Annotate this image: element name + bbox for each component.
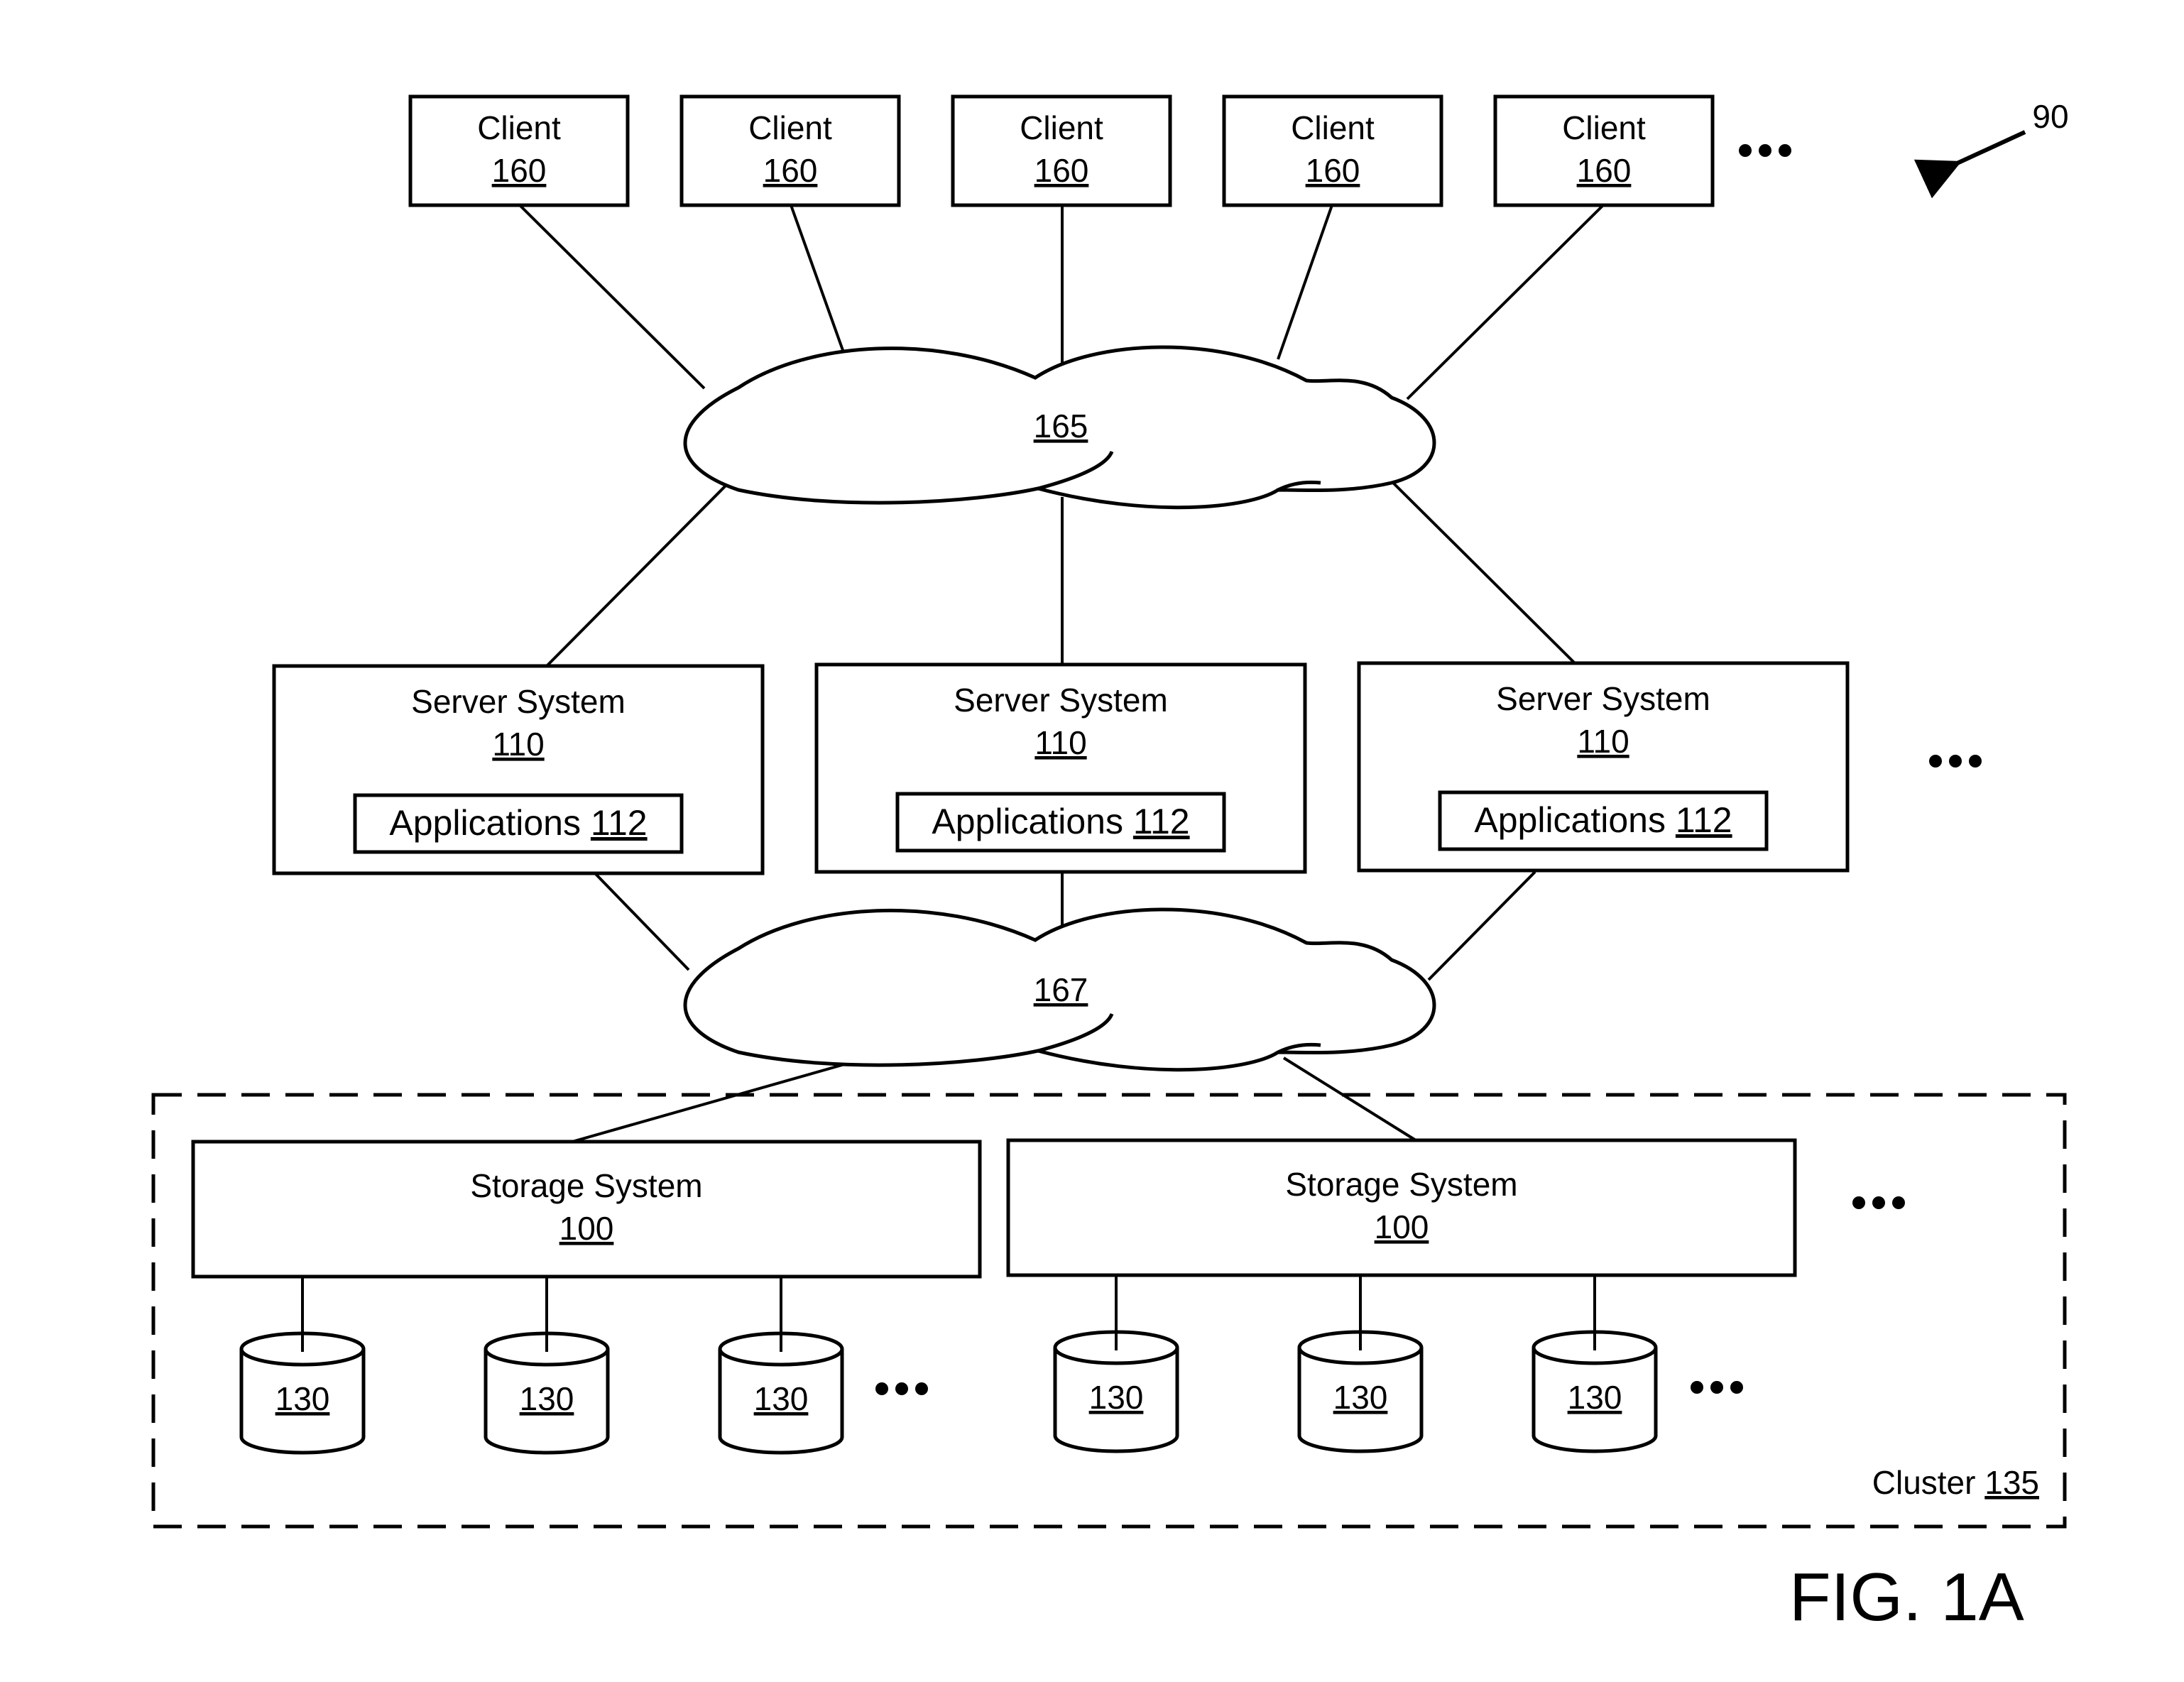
server-label: Server System (1496, 680, 1710, 717)
server-ref: 110 (492, 726, 544, 763)
clients-ellipsis-icon (1739, 144, 1791, 157)
client-ref: 160 (1034, 152, 1089, 189)
client-node[interactable]: Client 160 (679, 94, 901, 207)
disk-node[interactable]: 130 (484, 1331, 610, 1455)
figure-reference: 90 (1913, 98, 2069, 199)
disk-node[interactable]: 130 (1531, 1329, 1658, 1453)
applications-name: Applications (389, 803, 581, 843)
disks-ellipsis-icon (875, 1382, 928, 1395)
figure-reference-number: 90 (2032, 98, 2068, 135)
client-row: Client 160 Client 160 Client 160 Client … (408, 94, 1791, 207)
figure-label: FIG. 1A (1789, 1559, 2024, 1635)
applications-box[interactable]: Applications 112 (353, 793, 684, 854)
server-label: Server System (954, 682, 1168, 719)
applications-name: Applications (932, 802, 1123, 841)
network-cloud-lower[interactable]: 167 (683, 907, 1436, 1072)
cluster-name: Cluster (1872, 1464, 1976, 1501)
client-node[interactable]: Client 160 (1493, 94, 1715, 207)
client-node[interactable]: Client 160 (951, 94, 1172, 207)
storage-system-label: Storage System (1285, 1166, 1517, 1203)
applications-box[interactable]: Applications 112 (1438, 790, 1769, 851)
applications-label: Applications 112 (932, 802, 1189, 841)
disk-ref: 130 (1333, 1379, 1388, 1416)
client-label: Client (1020, 109, 1103, 146)
network-cloud-lower-ref: 167 (1034, 971, 1088, 1008)
disk-node[interactable]: 130 (1053, 1329, 1179, 1453)
disk-ref: 130 (754, 1380, 809, 1417)
server-ref: 110 (1577, 723, 1629, 760)
storage-system-ref: 100 (1375, 1208, 1429, 1245)
server-ref: 110 (1034, 724, 1086, 761)
client-label: Client (1291, 109, 1375, 146)
storage-system-ref: 100 (559, 1210, 614, 1247)
disk-ref: 130 (1089, 1379, 1144, 1416)
applications-ref: 112 (591, 803, 648, 843)
storage-connectors (572, 1056, 1417, 1143)
applications-label: Applications 112 (1474, 800, 1732, 840)
client-node[interactable]: Client 160 (408, 94, 630, 207)
server-label: Server System (411, 683, 626, 720)
cluster-label: Cluster 135 (1872, 1464, 2039, 1501)
network-cloud-upper-ref: 165 (1034, 408, 1088, 444)
disk-ref: 130 (520, 1380, 574, 1417)
storage-system-node[interactable]: Storage System 100 (191, 1140, 982, 1279)
applications-ref: 112 (1676, 800, 1732, 840)
client-node[interactable]: Client 160 (1222, 94, 1443, 207)
server-node[interactable]: Server System 110 Applications 112 (814, 662, 1307, 874)
server-node[interactable]: Server System 110 Applications 112 (272, 664, 765, 875)
client-ref: 160 (1577, 152, 1632, 189)
applications-ref: 112 (1133, 802, 1190, 841)
system-diagram: 90 Client 160 Client 160 Client 160 Clie… (151, 94, 2069, 1635)
storage-ellipsis-icon (1852, 1196, 1905, 1209)
cluster-ref: 135 (1984, 1464, 2039, 1501)
client-ref: 160 (1306, 152, 1360, 189)
network-cloud-upper[interactable]: 165 (683, 345, 1436, 510)
cluster: Cluster 135 Storage System 100 130 130 1… (151, 1093, 2067, 1529)
client-ref: 160 (492, 152, 547, 189)
disk-ref: 130 (1568, 1379, 1622, 1416)
disks-ellipsis-icon (1691, 1381, 1743, 1394)
client-label: Client (1562, 109, 1646, 146)
disk-node[interactable]: 130 (239, 1331, 366, 1455)
servers-ellipsis-icon (1929, 755, 1982, 768)
client-ref: 160 (763, 152, 818, 189)
applications-name: Applications (1474, 800, 1666, 840)
applications-box[interactable]: Applications 112 (895, 792, 1226, 853)
reference-arrow-icon (1913, 130, 2026, 199)
disk-node[interactable]: 130 (1297, 1329, 1424, 1453)
disk-node[interactable]: 130 (718, 1331, 844, 1455)
applications-label: Applications 112 (389, 803, 647, 843)
client-label: Client (477, 109, 561, 146)
storage-system-label: Storage System (470, 1167, 702, 1204)
server-upper-connectors (545, 474, 1576, 667)
client-label: Client (748, 109, 832, 146)
server-node[interactable]: Server System 110 Applications 112 (1357, 661, 1850, 873)
server-row: Server System 110 Applications 112 Serve… (272, 661, 1982, 875)
disk-ref: 130 (275, 1380, 330, 1417)
storage-system-node[interactable]: Storage System 100 (1006, 1138, 1797, 1277)
